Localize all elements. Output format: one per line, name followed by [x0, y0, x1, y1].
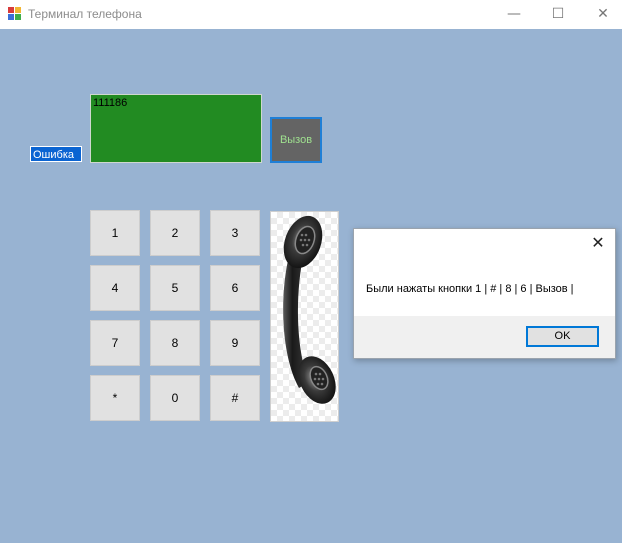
message-box-footer: OK — [354, 316, 615, 358]
message-box-close-button[interactable]: ✕ — [589, 234, 607, 252]
telephone-handset-icon[interactable] — [270, 211, 339, 422]
key-9-button[interactable]: 9 — [210, 320, 260, 366]
ok-button[interactable]: OK — [526, 326, 599, 347]
telephone-handset-graphic — [283, 215, 336, 404]
key-8-button[interactable]: 8 — [150, 320, 200, 366]
close-button[interactable]: ✕ — [580, 0, 622, 29]
key-2-button[interactable]: 2 — [150, 210, 200, 256]
key-6-button[interactable]: 6 — [210, 265, 260, 311]
key-5-button[interactable]: 5 — [150, 265, 200, 311]
window-title: Терминал телефона — [28, 7, 142, 21]
key-star-button[interactable]: * — [90, 375, 140, 421]
key-7-button[interactable]: 7 — [90, 320, 140, 366]
key-0-button[interactable]: 0 — [150, 375, 200, 421]
app-window-icon — [8, 7, 22, 21]
status-label: Ошибка — [30, 146, 82, 162]
message-box-text: Были нажаты кнопки 1 | # | 8 | 6 | Вызов… — [366, 283, 574, 295]
call-button[interactable]: Вызов — [270, 117, 322, 163]
message-box: ✕ Были нажаты кнопки 1 | # | 8 | 6 | Выз… — [353, 228, 616, 359]
key-3-button[interactable]: 3 — [210, 210, 260, 256]
title-bar[interactable]: Терминал телефона — ☐ ✕ — [0, 0, 622, 29]
number-display[interactable]: 111186 — [90, 94, 262, 163]
key-1-button[interactable]: 1 — [90, 210, 140, 256]
app-window: Терминал телефона — ☐ ✕ Ошибка 111186 Вы… — [0, 0, 622, 543]
key-hash-button[interactable]: # — [210, 375, 260, 421]
minimize-button[interactable]: — — [491, 0, 537, 29]
maximize-button[interactable]: ☐ — [535, 0, 581, 29]
key-4-button[interactable]: 4 — [90, 265, 140, 311]
